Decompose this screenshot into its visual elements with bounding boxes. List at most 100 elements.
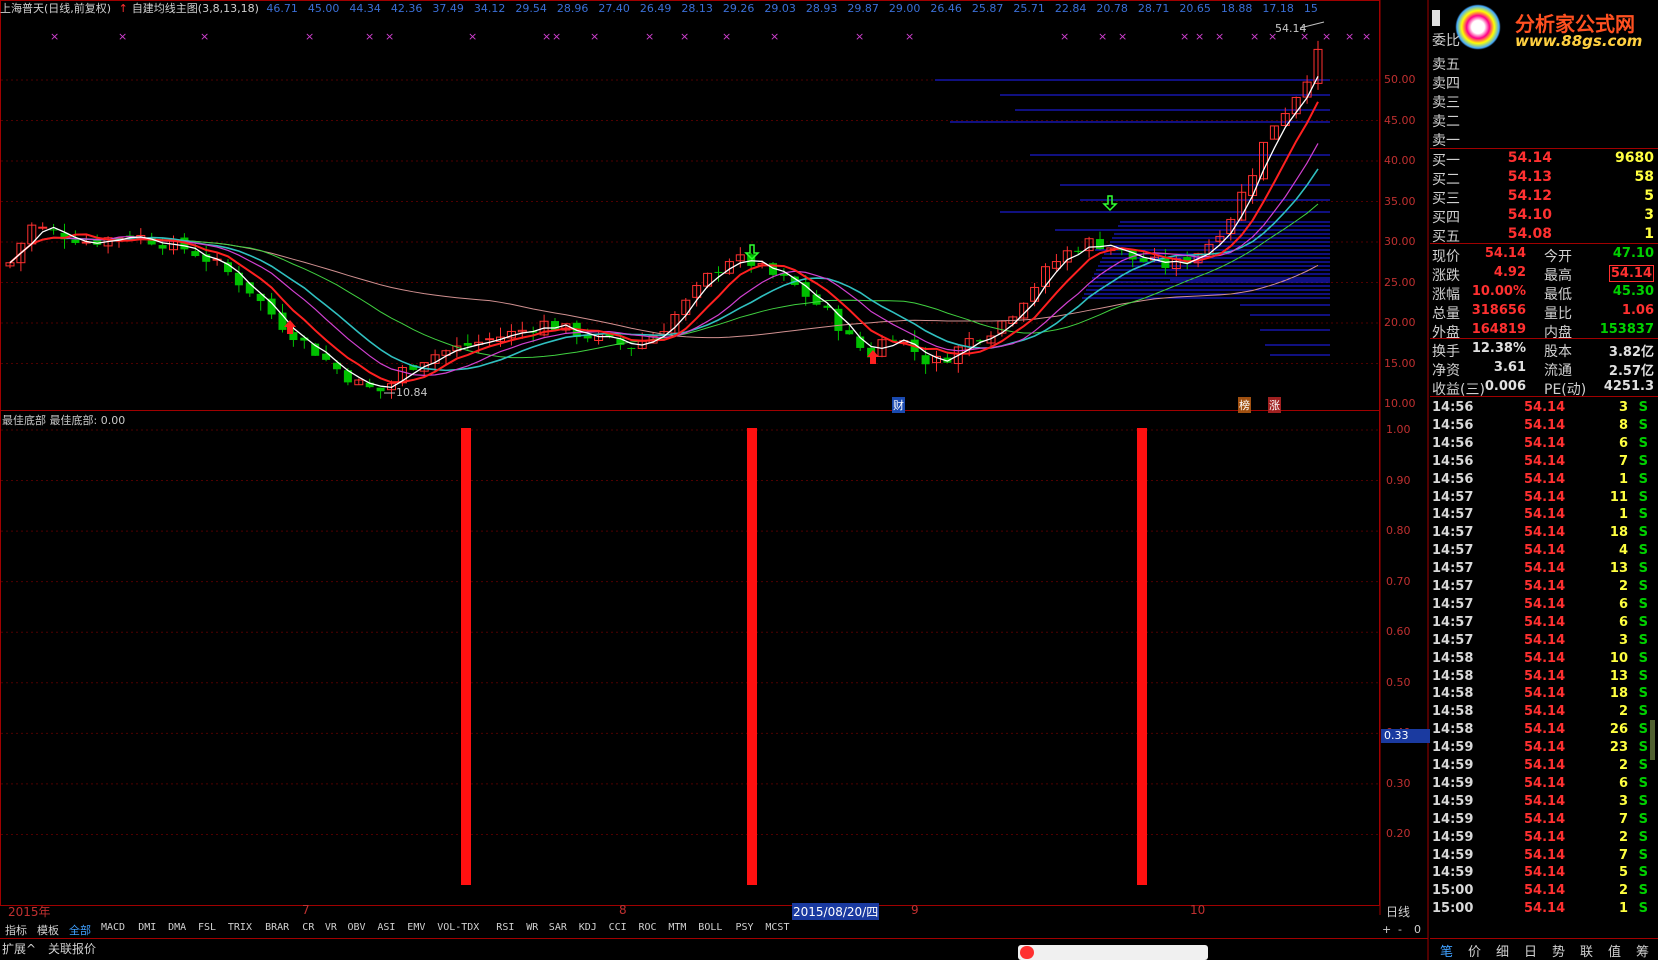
indicator-tab-模板[interactable]: 模板 [34,922,62,938]
stat-label: 外盘 [1432,325,1460,341]
indicator-tab-psy[interactable]: PSY [733,922,757,938]
panel-tab[interactable]: 筹 [1636,941,1649,960]
zoom-out-button[interactable]: - [1398,923,1402,936]
indicator-tab-roc[interactable]: ROC [636,922,660,938]
tick-time: 14:58 [1432,668,1474,684]
indicator-tab-trix[interactable]: TRIX [225,922,255,938]
indicator-tab-wr[interactable]: WR [523,922,541,938]
tick-price: 54.14 [1524,632,1566,648]
indicator-tab-cr[interactable]: CR [299,922,317,938]
ime-toolbar[interactable] [1018,945,1208,960]
indicator-tab-dma[interactable]: DMA [165,922,189,938]
tick-volume: 1 [1618,507,1628,523]
panel-tab[interactable]: 势 [1552,941,1565,960]
indicator-tab-vol-tdx[interactable]: VOL-TDX [434,922,482,938]
tick-side: S [1638,471,1648,487]
tick-volume: 13 [1609,561,1628,577]
tick-price: 54.14 [1524,614,1566,630]
tick-volume: 13 [1609,668,1628,684]
tick-row: 14:57 54.14 3 S [1432,633,1656,650]
tick-row: 14:58 54.14 18 S [1432,686,1656,703]
x-marker: × [1215,30,1224,43]
tick-price: 54.14 [1524,471,1566,487]
tick-volume: 6 [1618,614,1628,630]
stat-label: 现价 [1432,249,1460,265]
tick-time: 14:59 [1432,775,1474,791]
tick-row: 14:58 54.14 26 S [1432,722,1656,739]
indicator-tab-mcst[interactable]: MCST [762,922,792,938]
tick-volume: 3 [1618,400,1628,415]
tick-side: S [1638,883,1648,899]
indicator-tab-vr[interactable]: VR [322,922,340,938]
stat-value: 54.14 [1484,246,1526,261]
indicator-tab-asi[interactable]: ASI [374,922,398,938]
tick-row: 14:58 54.14 2 S [1432,704,1656,721]
x-marker: × [722,30,731,43]
indicator-tab-mtm[interactable]: MTM [665,922,689,938]
stock-name[interactable]: 上海普天(日线,前复权) [0,2,111,15]
panel-tab[interactable]: 联 [1580,941,1593,960]
related-quote-tab[interactable]: 关联报价 [48,940,96,957]
indicator-tab-rsi[interactable]: RSI [493,922,517,938]
panel-tab[interactable]: 笔 [1440,941,1453,960]
indicator-tab-cci[interactable]: CCI [606,922,630,938]
panel-tab[interactable]: 值 [1608,941,1621,960]
tick-side: S [1638,901,1648,917]
stat-label: 涨幅 [1432,287,1460,303]
low-price-label: 10.84 [396,386,428,399]
indicator-tab-全部[interactable]: 全部 [66,922,94,938]
tick-price: 54.14 [1524,740,1566,756]
tick-time: 14:59 [1432,865,1474,881]
indicator-tab-boll[interactable]: BOLL [695,922,725,938]
indicator-tab-指标[interactable]: 指标 [2,922,30,938]
top-value: 44.34 [349,2,381,15]
sell-label: 卖五 [1432,57,1460,73]
stat-value: 0.006 [1484,379,1526,394]
indicator-tab-macd[interactable]: MACD [98,922,128,938]
tick-time: 14:56 [1432,435,1474,451]
indicator-name[interactable]: 自建均线主图(3,8,13,18) [132,2,259,15]
event-badge-zhang[interactable]: 涨 [1268,397,1281,413]
indicator-tab-emv[interactable]: EMV [404,922,428,938]
indicator-tab-dmi[interactable]: DMI [135,922,159,938]
divider [1430,396,1658,397]
tick-volume: 1 [1618,471,1628,487]
panel-tab[interactable]: 价 [1468,941,1481,960]
tick-side: S [1638,704,1648,720]
stat-label: 换手 [1432,344,1460,360]
tick-price: 54.14 [1524,775,1566,791]
stat-value: 318656 [1471,303,1526,318]
panel-tab[interactable]: 细 [1496,941,1509,960]
reset-button[interactable]: 0 [1414,923,1421,936]
tick-price: 54.14 [1524,489,1566,505]
tick-row: 14:57 54.14 6 S [1432,615,1656,632]
sub-current-value: 0.33 [1381,729,1430,743]
x-marker: × [1322,30,1331,43]
stat-label: 今开 [1544,249,1572,265]
expand-tab[interactable]: 扩展^ [2,940,36,957]
period-label[interactable]: 日线 [1386,903,1410,920]
divider [1430,938,1658,939]
tick-side: S [1638,596,1648,612]
tick-scrollbar[interactable] [1650,720,1655,760]
tick-time: 14:58 [1432,650,1474,666]
event-badge-cai[interactable]: 财 [892,397,905,413]
indicator-tab-brar[interactable]: BRAR [262,922,292,938]
stat-row: 涨幅 10.00% 最低 45.30 [1432,284,1656,303]
indicator-tab-sar[interactable]: SAR [546,922,570,938]
indicator-tab-fsl[interactable]: FSL [195,922,219,938]
candle-body [1074,250,1083,252]
indicator-tab-obv[interactable]: OBV [345,922,369,938]
tick-row: 14:56 54.14 3 S [1432,400,1656,417]
indicator-tab-kdj[interactable]: KDJ [576,922,600,938]
tick-row: 14:56 54.14 8 S [1432,418,1656,435]
tick-volume: 2 [1618,579,1628,594]
panel-tab[interactable]: 日 [1524,941,1537,960]
zoom-in-button[interactable]: + [1382,923,1391,936]
candle-body [71,239,80,243]
y-axis-label: 25.00 [1384,275,1416,289]
stat-row: 总量 318656 量比 1.06 [1432,303,1656,322]
buy-label: 买二 [1432,172,1460,188]
x-marker: × [305,30,314,43]
event-badge-bang[interactable]: 榜 [1238,397,1251,413]
